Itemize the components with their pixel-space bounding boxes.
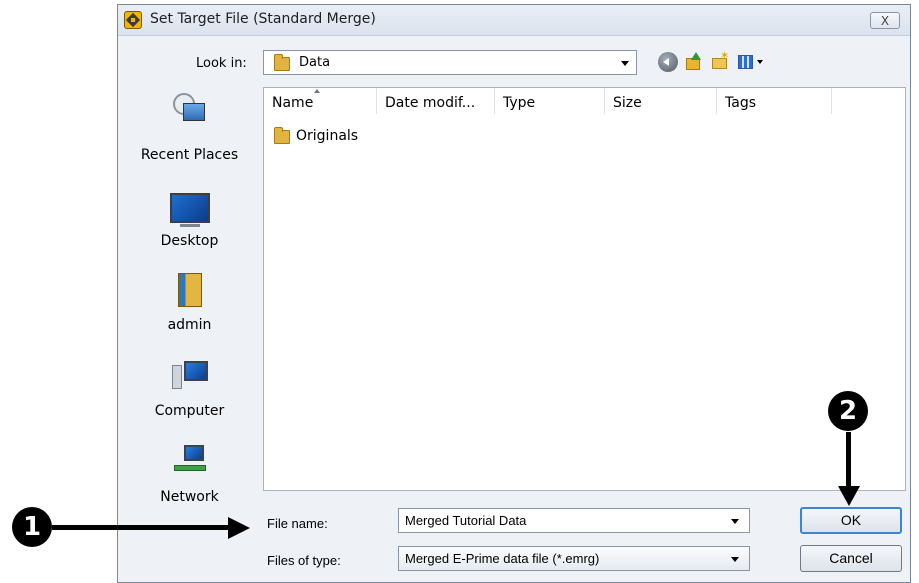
ok-button[interactable]: OK xyxy=(800,507,902,534)
file-list[interactable]: Name Date modif... Type Size Tags Origin… xyxy=(263,87,906,491)
file-type-select[interactable]: Merged E-Prime data file (*.emrg) xyxy=(398,546,750,571)
column-header-name[interactable]: Name xyxy=(264,88,377,114)
arrow-down-icon xyxy=(838,486,860,506)
column-header-type[interactable]: Type xyxy=(495,88,605,114)
look-in-value: Data xyxy=(299,55,331,70)
chevron-down-icon[interactable] xyxy=(731,557,739,562)
place-label: admin xyxy=(167,317,212,333)
chevron-down-icon[interactable] xyxy=(621,61,629,66)
title-bar: Set Target File (Standard Merge) X xyxy=(118,5,910,36)
new-folder-icon[interactable] xyxy=(710,49,730,72)
place-label: Computer xyxy=(154,403,225,419)
place-admin[interactable]: admin xyxy=(118,273,261,345)
file-name-value: Merged Tutorial Data xyxy=(405,513,527,528)
place-label: Desktop xyxy=(160,233,219,249)
computer-icon xyxy=(171,361,208,391)
place-label: Recent Places xyxy=(140,147,239,163)
window-title: Set Target File (Standard Merge) xyxy=(150,11,376,27)
look-in-dropdown[interactable]: Data xyxy=(263,50,637,75)
places-bar: Recent Places Desktop admin Computer Net… xyxy=(118,87,261,505)
file-type-value: Merged E-Prime data file (*.emrg) xyxy=(405,551,600,566)
user-folder-icon xyxy=(177,273,202,307)
column-header-date[interactable]: Date modif... xyxy=(377,88,495,114)
desktop-icon xyxy=(169,193,210,227)
column-label: Type xyxy=(503,95,536,111)
column-header-size[interactable]: Size xyxy=(605,88,717,114)
column-label: Size xyxy=(613,95,642,111)
file-name: Originals xyxy=(296,128,359,144)
folder-icon xyxy=(274,127,290,144)
place-computer[interactable]: Computer xyxy=(118,359,261,431)
arrow-right-icon xyxy=(228,517,250,539)
column-label: Tags xyxy=(725,95,756,111)
up-folder-icon[interactable] xyxy=(684,52,704,72)
folder-icon xyxy=(274,54,290,71)
column-label: Name xyxy=(272,95,314,111)
app-icon xyxy=(124,11,142,29)
look-in-label: Look in: xyxy=(196,56,247,71)
close-button[interactable]: X xyxy=(870,12,900,29)
network-icon xyxy=(172,445,208,477)
back-icon[interactable] xyxy=(658,52,678,72)
callout-arrow-2 xyxy=(846,432,851,488)
callout-2: 2 xyxy=(828,391,868,431)
views-menu-icon[interactable] xyxy=(737,52,765,72)
file-type-label: Files of type: xyxy=(267,553,341,568)
file-dialog: Set Target File (Standard Merge) X Look … xyxy=(117,4,911,583)
chevron-down-icon[interactable] xyxy=(731,519,739,524)
cancel-button[interactable]: Cancel xyxy=(800,545,902,572)
place-label: Network xyxy=(160,489,219,505)
place-desktop[interactable]: Desktop xyxy=(118,189,261,261)
place-network[interactable]: Network xyxy=(118,443,261,515)
recent-places-icon xyxy=(172,93,207,123)
column-header-tags[interactable]: Tags xyxy=(717,88,832,114)
file-name-field[interactable]: Merged Tutorial Data xyxy=(398,508,750,533)
file-name-label: File name: xyxy=(267,516,328,531)
sort-ascending-icon xyxy=(314,89,320,93)
place-recent-places[interactable]: Recent Places xyxy=(118,87,261,163)
callout-arrow-1 xyxy=(52,525,230,530)
column-label: Date modif... xyxy=(385,95,476,111)
callout-1: 1 xyxy=(12,507,52,547)
